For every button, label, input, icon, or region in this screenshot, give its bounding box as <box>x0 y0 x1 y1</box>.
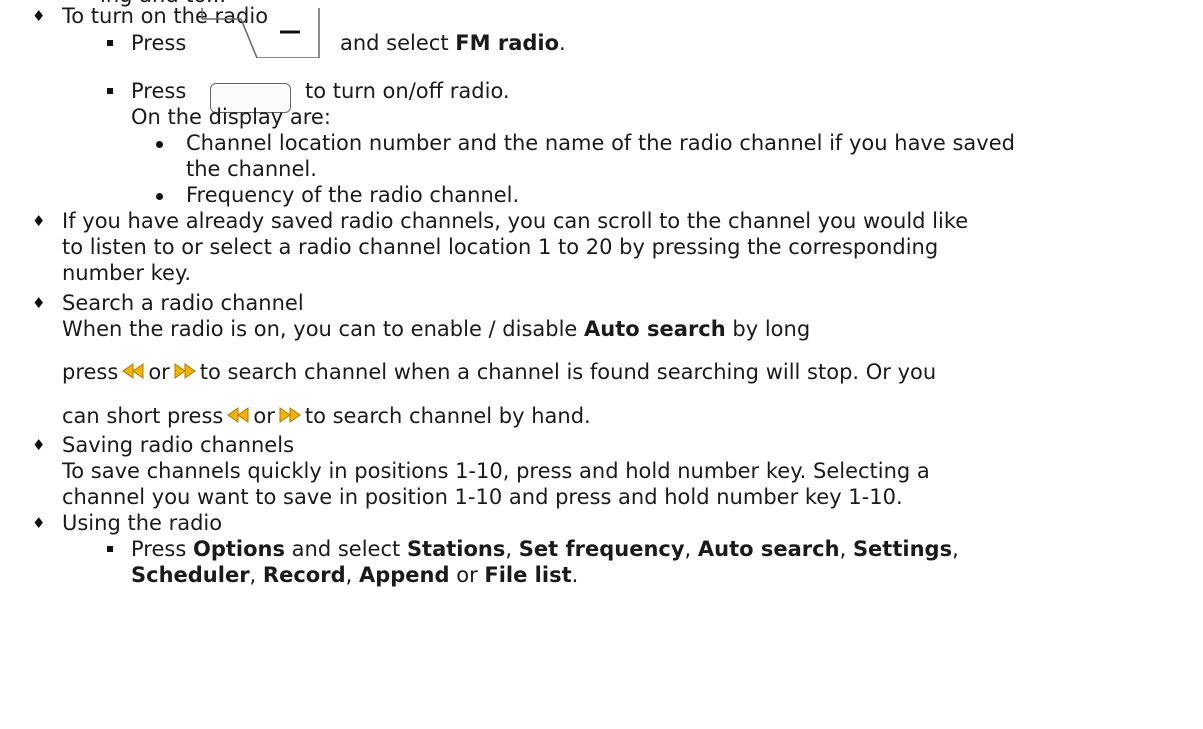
section-bullet: ♦ <box>32 212 46 230</box>
search-line3: can short press or to search channel by ha… <box>62 404 591 428</box>
sub-bullet <box>107 40 113 46</box>
saving-line1: To save channels quickly in positions 1-… <box>62 459 930 483</box>
saved-channels-line2: to listen to or select a radio channel l… <box>62 235 939 259</box>
turn-on-off-text: to turn on/off radio. <box>305 79 510 103</box>
rewind-icon <box>227 407 249 423</box>
press-text: Press <box>131 31 187 55</box>
sub-bullet <box>107 546 113 552</box>
section-bullet: ♦ <box>32 436 46 454</box>
fast-forward-icon <box>174 363 196 379</box>
search-line1: When the radio is on, you can to enable … <box>62 317 811 341</box>
rewind-icon <box>122 363 144 379</box>
display-item-frequency: Frequency of the radio channel. <box>186 183 520 207</box>
list-dot <box>156 141 163 148</box>
display-item-channel-line1: Channel location number and the name of … <box>186 131 1015 155</box>
saving-line2: channel you want to save in position 1-1… <box>62 485 903 509</box>
using-line2: Scheduler, Record, Append or File list. <box>131 563 579 587</box>
list-dot <box>156 193 163 200</box>
sub-bullet <box>107 88 113 94</box>
section-bullet: ♦ <box>32 294 46 312</box>
using-line1: Press Options and select Stations, Set f… <box>131 537 959 561</box>
display-intro-text: On the display are: <box>131 105 331 129</box>
search-line2: press or to search channel when a channel … <box>62 360 937 384</box>
section-bullet: ♦ <box>32 514 46 532</box>
saved-channels-line1: If you have already saved radio channels… <box>62 209 969 233</box>
section-bullet: ♦ <box>32 7 46 25</box>
press-text: Press <box>131 79 187 103</box>
left-soft-key-icon <box>201 8 320 58</box>
fast-forward-icon <box>279 407 301 423</box>
select-fm-radio-text: and select FM radio. <box>340 31 566 55</box>
section-title-saving: Saving radio channels <box>62 433 295 457</box>
saved-channels-line3: number key. <box>62 261 192 285</box>
display-item-channel-line2: the channel. <box>186 157 317 181</box>
section-title-using: Using the radio <box>62 511 223 535</box>
section-title-search: Search a radio channel <box>62 291 304 315</box>
